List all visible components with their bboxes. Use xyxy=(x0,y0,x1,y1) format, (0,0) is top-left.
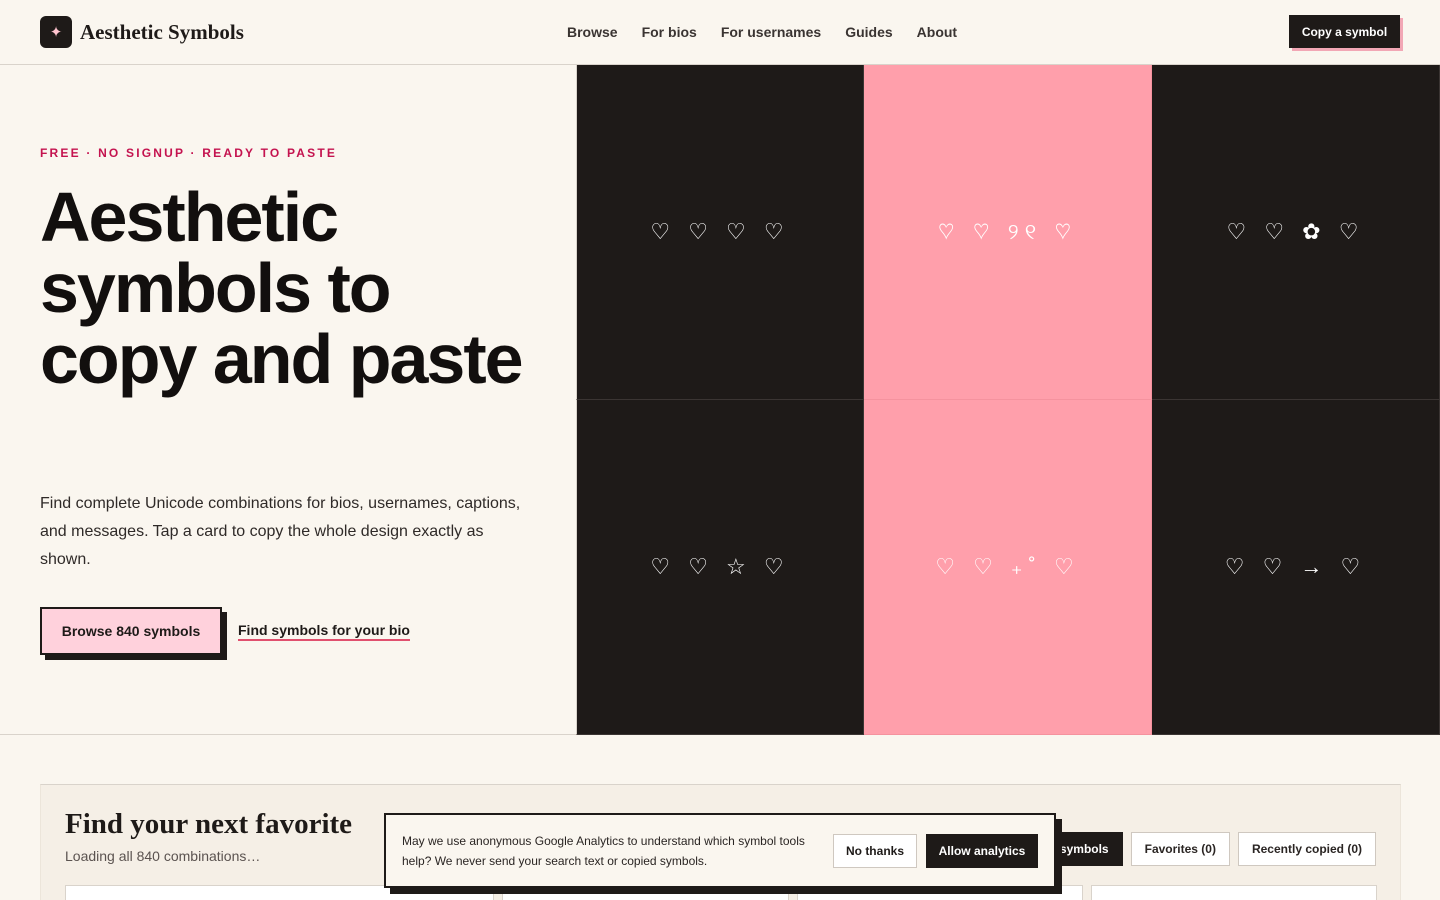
main-nav: Browse For bios For usernames Guides Abo… xyxy=(567,24,957,40)
symbol-card[interactable] xyxy=(1091,885,1377,900)
decline-analytics-button[interactable]: No thanks xyxy=(833,834,917,868)
symbol-tile[interactable]: ♡ ♡ ♡ ♡ xyxy=(576,65,864,400)
bio-symbols-link[interactable]: Find symbols for your bio xyxy=(238,622,410,641)
analytics-consent-banner: May we use anonymous Google Analytics to… xyxy=(384,813,1056,888)
hero-title: Aesthetic symbols to copy and paste xyxy=(40,178,524,398)
nav-about[interactable]: About xyxy=(917,24,957,40)
symbol-tile[interactable]: ♡ ♡ ₊˚ ♡ xyxy=(864,400,1152,735)
site-header: ✦ Aesthetic Symbols Browse For bios For … xyxy=(0,0,1440,65)
nav-for-bios[interactable]: For bios xyxy=(642,24,697,40)
symbol-tile[interactable]: ♡ ♡ ☆ ♡ xyxy=(576,400,864,735)
hero-eyebrow: FREE · NO SIGNUP · READY TO PASTE xyxy=(40,146,338,160)
symbol-tile[interactable]: ♡ ♡ → ♡ xyxy=(1152,400,1440,735)
symbol-preview-grid: ♡ ♡ ♡ ♡ ♡ ♡ ୨୧ ♡ ♡ ♡ ✿ ♡ ♡ ♡ ☆ ♡ ♡ ♡ ₊˚ … xyxy=(576,65,1440,735)
copy-symbol-button[interactable]: Copy a symbol xyxy=(1289,15,1400,48)
hero-section: FREE · NO SIGNUP · READY TO PASTE Aesthe… xyxy=(0,65,1440,735)
sparkle-icon: ✦ xyxy=(40,16,72,48)
symbol-tile[interactable]: ♡ ♡ ୨୧ ♡ xyxy=(864,65,1152,400)
symbol-tile[interactable]: ♡ ♡ ✿ ♡ xyxy=(1152,65,1440,400)
finder-status: Loading all 840 combinations… xyxy=(65,848,261,864)
hero-description: Find complete Unicode combinations for b… xyxy=(40,495,521,568)
browse-symbols-button[interactable]: Browse 840 symbols xyxy=(40,607,222,655)
consent-message: May we use anonymous Google Analytics to… xyxy=(402,834,805,868)
filter-recently-copied[interactable]: Recently copied (0) xyxy=(1237,832,1376,866)
brand-logo[interactable]: ✦ Aesthetic Symbols xyxy=(40,16,244,48)
nav-guides[interactable]: Guides xyxy=(845,24,892,40)
filter-favorites[interactable]: Favorites (0) xyxy=(1130,832,1230,866)
filter-all-symbols[interactable]: symbols xyxy=(1045,832,1123,866)
nav-for-usernames[interactable]: For usernames xyxy=(721,24,821,40)
allow-analytics-button[interactable]: Allow analytics xyxy=(926,834,1038,868)
brand-name: Aesthetic Symbols xyxy=(80,19,244,44)
nav-browse[interactable]: Browse xyxy=(567,24,618,40)
finder-title: Find your next favorite xyxy=(65,808,353,840)
filter-tabs: symbols Favorites (0) Recently copied (0… xyxy=(1045,832,1376,866)
